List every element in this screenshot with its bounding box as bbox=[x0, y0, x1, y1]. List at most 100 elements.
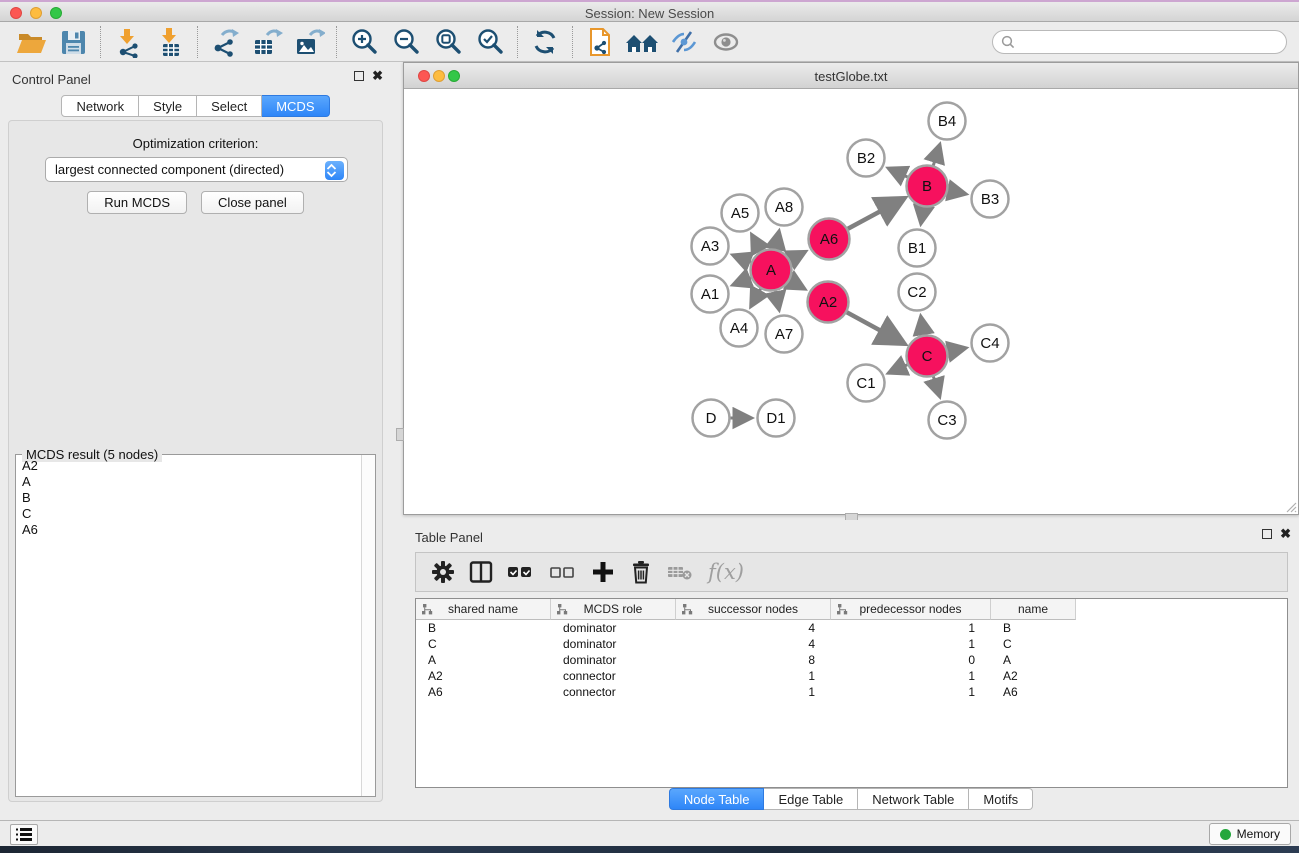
export-table-icon[interactable] bbox=[246, 25, 288, 59]
cell-predecessor-nodes[interactable]: 1 bbox=[831, 636, 991, 652]
columns-icon[interactable] bbox=[468, 559, 494, 585]
table-row[interactable]: A2connector11A2 bbox=[416, 668, 1287, 684]
cell-MCDS-role[interactable]: connector bbox=[551, 684, 676, 700]
cell-shared-name[interactable]: A bbox=[416, 652, 551, 668]
edge-A-A3[interactable] bbox=[734, 255, 751, 262]
node-A8[interactable]: A8 bbox=[766, 189, 803, 226]
column-header-predecessor-nodes[interactable]: predecessor nodes bbox=[831, 599, 991, 620]
float-panel-icon[interactable] bbox=[354, 71, 364, 81]
result-item[interactable]: A bbox=[22, 474, 360, 490]
gear-icon[interactable] bbox=[430, 559, 456, 585]
cell-name[interactable]: A2 bbox=[991, 668, 1076, 684]
cell-successor-nodes[interactable]: 8 bbox=[676, 652, 831, 668]
node-B2[interactable]: B2 bbox=[848, 140, 885, 177]
cell-MCDS-role[interactable]: dominator bbox=[551, 652, 676, 668]
cell-predecessor-nodes[interactable]: 0 bbox=[831, 652, 991, 668]
cell-name[interactable]: A6 bbox=[991, 684, 1076, 700]
node-A4[interactable]: A4 bbox=[721, 310, 758, 347]
task-history-button[interactable] bbox=[10, 824, 38, 845]
close-panel-icon[interactable]: ✖ bbox=[372, 71, 383, 81]
node-A3[interactable]: A3 bbox=[692, 228, 729, 265]
node-C2[interactable]: C2 bbox=[899, 274, 936, 311]
node-A6[interactable]: A6 bbox=[809, 219, 850, 260]
search-field[interactable] bbox=[992, 30, 1287, 54]
cell-shared-name[interactable]: B bbox=[416, 620, 551, 636]
edge-B-B3[interactable] bbox=[948, 190, 965, 194]
cell-successor-nodes[interactable]: 1 bbox=[676, 684, 831, 700]
node-A2[interactable]: A2 bbox=[808, 282, 849, 323]
delete-table-icon[interactable] bbox=[666, 559, 696, 585]
edge-A-A8[interactable] bbox=[775, 232, 779, 249]
column-header-shared-name[interactable]: shared name bbox=[416, 599, 551, 620]
result-item[interactable]: A2 bbox=[22, 458, 360, 474]
table-row[interactable]: Bdominator41B bbox=[416, 620, 1287, 636]
node-table[interactable]: shared nameMCDS rolesuccessor nodesprede… bbox=[415, 598, 1288, 788]
table-row[interactable]: Adominator80A bbox=[416, 652, 1287, 668]
left-splitter-handle[interactable] bbox=[396, 428, 404, 441]
edge-C-C2[interactable] bbox=[921, 317, 924, 335]
zoom-out-icon[interactable] bbox=[385, 25, 427, 59]
select-all-checks-icon[interactable] bbox=[506, 559, 536, 585]
edge-C-C3[interactable] bbox=[933, 377, 939, 396]
cell-MCDS-role[interactable]: connector bbox=[551, 668, 676, 684]
function-builder-icon[interactable]: f(x) bbox=[708, 560, 744, 584]
edge-A2-C[interactable] bbox=[847, 312, 903, 343]
save-icon[interactable] bbox=[52, 25, 94, 59]
open-folder-icon[interactable] bbox=[10, 25, 52, 59]
cell-name[interactable]: A bbox=[991, 652, 1076, 668]
show-details-eye-icon[interactable] bbox=[705, 25, 747, 59]
zoom-fit-icon[interactable] bbox=[427, 25, 469, 59]
cell-shared-name[interactable]: A2 bbox=[416, 668, 551, 684]
node-A[interactable]: A bbox=[751, 250, 792, 291]
cell-predecessor-nodes[interactable]: 1 bbox=[831, 620, 991, 636]
edge-C-C4[interactable] bbox=[948, 348, 965, 352]
float-table-panel-icon[interactable] bbox=[1262, 529, 1272, 539]
node-B[interactable]: B bbox=[907, 166, 948, 207]
add-column-icon[interactable] bbox=[590, 559, 616, 585]
hide-toggle-icon[interactable] bbox=[663, 25, 705, 59]
tab-edge-table[interactable]: Edge Table bbox=[764, 788, 858, 810]
node-A1[interactable]: A1 bbox=[692, 276, 729, 313]
node-C4[interactable]: C4 bbox=[972, 325, 1009, 362]
edge-A-A2[interactable] bbox=[790, 281, 804, 289]
cell-predecessor-nodes[interactable]: 1 bbox=[831, 684, 991, 700]
tab-motifs[interactable]: Motifs bbox=[969, 788, 1033, 810]
cell-successor-nodes[interactable]: 4 bbox=[676, 620, 831, 636]
edge-B-B2[interactable] bbox=[889, 169, 907, 177]
node-D[interactable]: D bbox=[693, 400, 730, 437]
zoom-selected-icon[interactable] bbox=[469, 25, 511, 59]
result-item[interactable]: A6 bbox=[22, 522, 360, 538]
column-header-name[interactable]: name bbox=[991, 599, 1076, 620]
cell-shared-name[interactable]: A6 bbox=[416, 684, 551, 700]
zoom-in-icon[interactable] bbox=[343, 25, 385, 59]
cell-name[interactable]: C bbox=[991, 636, 1076, 652]
import-table-icon[interactable] bbox=[149, 25, 191, 59]
mcds-result-list[interactable]: A2ABCA6 bbox=[17, 458, 360, 795]
tab-network-table[interactable]: Network Table bbox=[858, 788, 969, 810]
cell-name[interactable]: B bbox=[991, 620, 1076, 636]
edge-C-C1[interactable] bbox=[889, 365, 907, 373]
network-window-titlebar[interactable]: testGlobe.txt bbox=[404, 63, 1298, 89]
cell-successor-nodes[interactable]: 4 bbox=[676, 636, 831, 652]
column-header-successor-nodes[interactable]: successor nodes bbox=[676, 599, 831, 620]
close-panel-button[interactable]: Close panel bbox=[201, 191, 304, 214]
memory-button[interactable]: Memory bbox=[1209, 823, 1291, 845]
edge-A-A4[interactable] bbox=[751, 289, 760, 306]
resize-grip-icon[interactable] bbox=[1285, 501, 1297, 513]
export-network-icon[interactable] bbox=[204, 25, 246, 59]
edge-B-B1[interactable] bbox=[921, 207, 924, 223]
tab-node-table[interactable]: Node Table bbox=[669, 788, 765, 810]
node-B4[interactable]: B4 bbox=[929, 103, 966, 140]
edge-A-A6[interactable] bbox=[790, 252, 805, 260]
table-row[interactable]: A6connector11A6 bbox=[416, 684, 1287, 700]
deselect-checks-icon[interactable] bbox=[548, 559, 578, 585]
edge-A6-B[interactable] bbox=[848, 199, 903, 229]
edge-A-A1[interactable] bbox=[734, 278, 751, 285]
cell-predecessor-nodes[interactable]: 1 bbox=[831, 668, 991, 684]
close-table-panel-icon[interactable]: ✖ bbox=[1280, 529, 1291, 539]
edge-A-A7[interactable] bbox=[775, 291, 779, 309]
search-input[interactable] bbox=[992, 30, 1287, 54]
column-header-MCDS-role[interactable]: MCDS role bbox=[551, 599, 676, 620]
tab-network[interactable]: Network bbox=[61, 95, 139, 117]
result-scrollbar[interactable] bbox=[361, 455, 375, 796]
